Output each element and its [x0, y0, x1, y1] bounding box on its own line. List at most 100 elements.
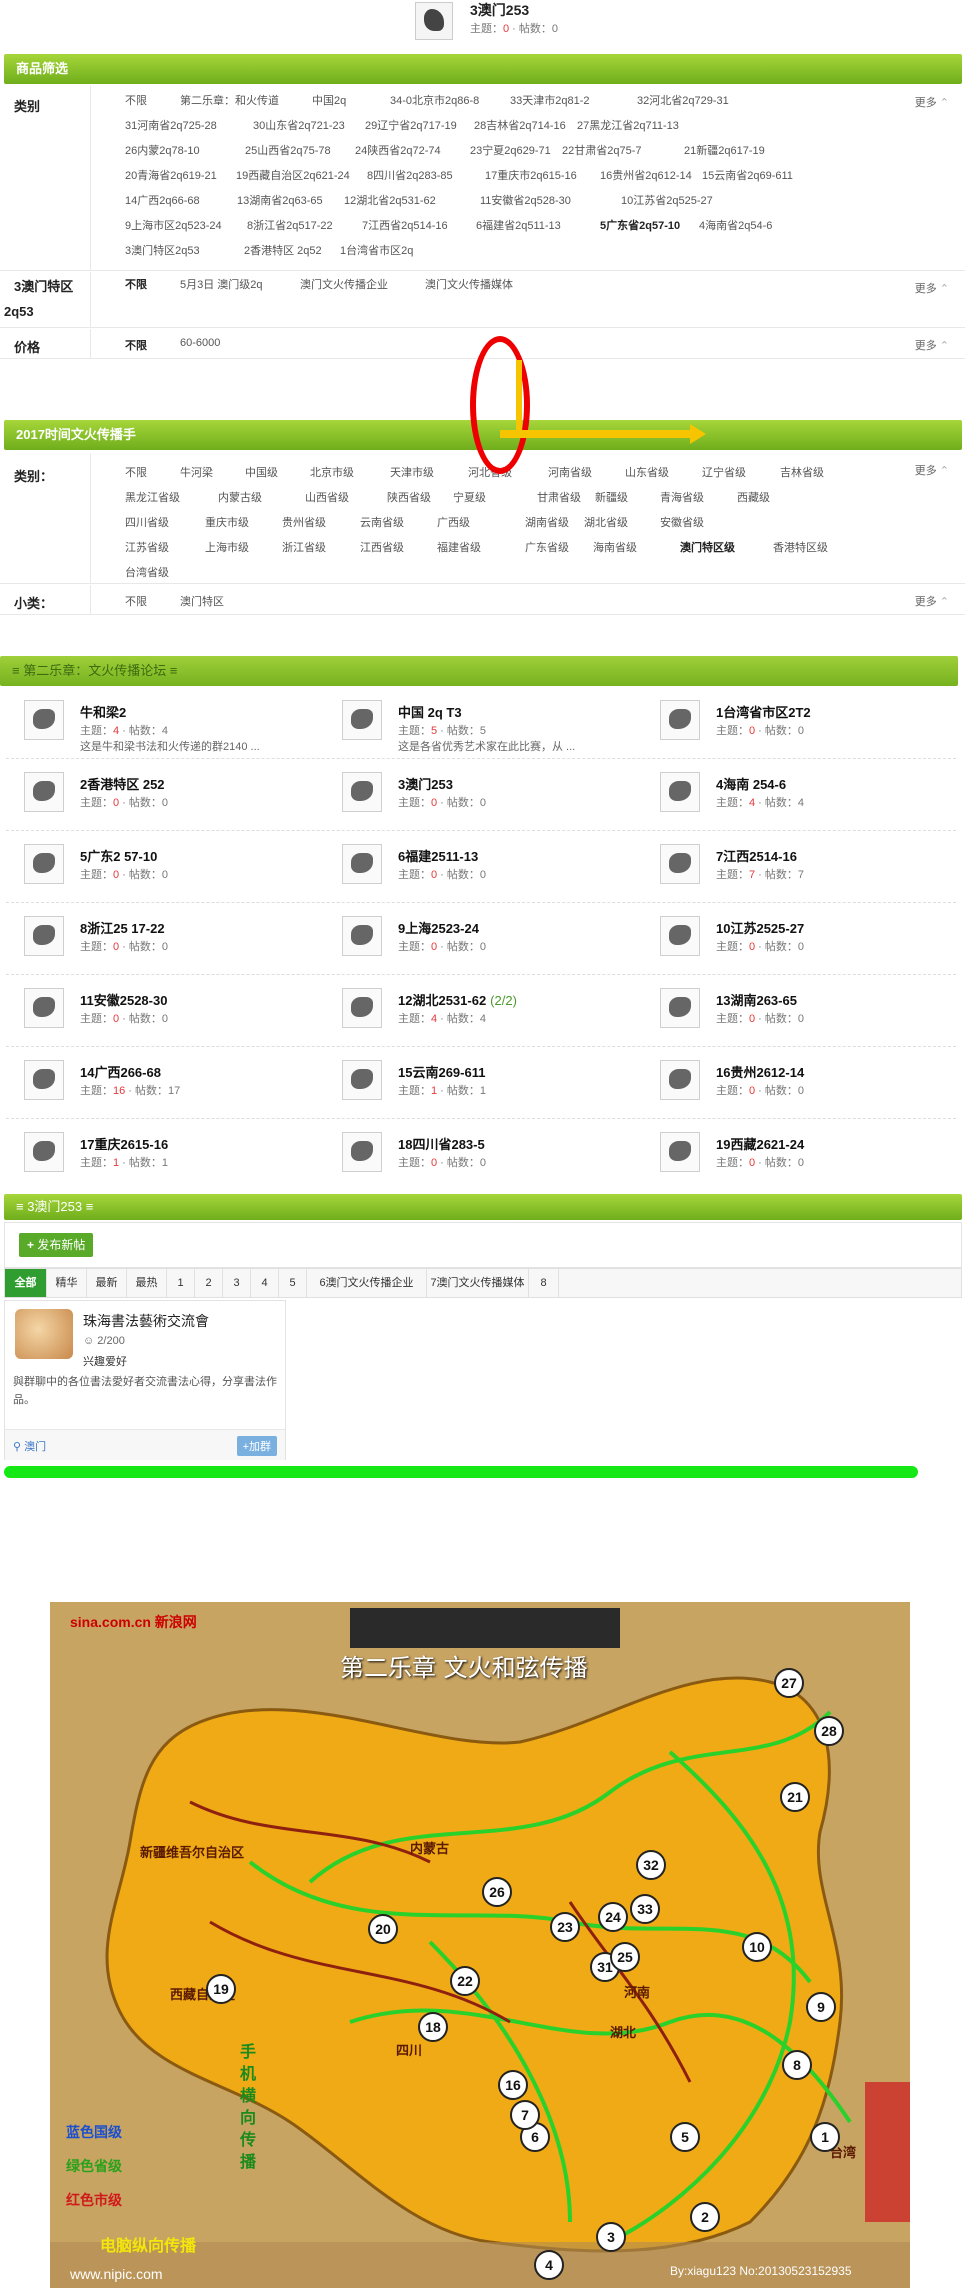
price-opt[interactable]: 60-6000: [180, 337, 220, 349]
group-name[interactable]: 珠海書法藝術交流會: [83, 1311, 209, 1331]
category-option[interactable]: 11安徽省2q528-30: [480, 192, 571, 208]
forum-board-cell[interactable]: 13湖南263-65 主题：0 · 帖数：0: [642, 976, 960, 1046]
section2-option[interactable]: 山西省级: [305, 489, 349, 505]
section2-option[interactable]: 安徽省级: [660, 514, 704, 530]
section2-option[interactable]: 内蒙古级: [218, 489, 262, 505]
board-icon[interactable]: [24, 988, 64, 1028]
forum-board-cell[interactable]: 18四川省283-5 主题：0 · 帖数：0: [324, 1120, 642, 1190]
board-icon[interactable]: [660, 700, 700, 740]
board-name[interactable]: 3澳门253: [398, 774, 453, 793]
group-avatar[interactable]: [15, 1309, 73, 1359]
section2-option[interactable]: 上海市级: [205, 539, 249, 555]
category-option[interactable]: 8浙江省2q517-22: [247, 217, 333, 233]
category-option[interactable]: 31河南省2q725-28: [125, 117, 217, 133]
category-option[interactable]: 32河北省2q729-31: [637, 92, 729, 108]
category-option[interactable]: 15云南省2q69-611: [702, 167, 793, 183]
section2-option[interactable]: 陕西省级: [387, 489, 431, 505]
board-tab[interactable]: 2: [195, 1269, 223, 1297]
sub-opt[interactable]: 澳门特区: [180, 593, 224, 609]
board-thumbnail[interactable]: [415, 2, 453, 40]
category-option[interactable]: 17重庆市2q615-16: [485, 167, 577, 183]
sub-opt[interactable]: 不限: [125, 593, 147, 609]
category-option[interactable]: 9上海市区2q523-24: [125, 217, 222, 233]
category-option[interactable]: 29辽宁省2q717-19: [365, 117, 457, 133]
board-name[interactable]: 9上海2523-24: [398, 918, 479, 937]
board-icon[interactable]: [24, 772, 64, 812]
board-name[interactable]: 19西藏2621-24: [716, 1134, 804, 1153]
board-tab[interactable]: 全部: [5, 1269, 47, 1297]
section2-option[interactable]: 广东省级: [525, 539, 569, 555]
category-option[interactable]: 4海南省2q54-6: [699, 217, 772, 233]
forum-board-cell[interactable]: 8浙江25 17-22 主题：0 · 帖数：0: [6, 904, 324, 974]
board-name[interactable]: 2香港特区 252: [80, 774, 165, 793]
category-option[interactable]: 12湖北省2q531-62: [344, 192, 436, 208]
section2-option[interactable]: 台湾省级: [125, 564, 169, 580]
board-tab[interactable]: 1: [167, 1269, 195, 1297]
section2-option[interactable]: 福建省级: [437, 539, 481, 555]
section2-option[interactable]: 浙江省级: [282, 539, 326, 555]
section2-option[interactable]: 海南省级: [593, 539, 637, 555]
category-option[interactable]: 第二乐章：和火传道: [180, 92, 279, 108]
section2-option[interactable]: 宁夏级: [453, 489, 486, 505]
board-name[interactable]: 6福建2511-13: [398, 846, 478, 865]
section2-option[interactable]: 河南省级: [548, 464, 592, 480]
board-tab[interactable]: 3: [223, 1269, 251, 1297]
macau-opt[interactable]: 不限: [125, 276, 147, 292]
forum-board-cell[interactable]: 14广西266-68 主题：16 · 帖数：17: [6, 1048, 324, 1118]
category-option[interactable]: 14广西2q66-68: [125, 192, 200, 208]
category-option[interactable]: 1台湾省市区2q: [340, 242, 413, 258]
section2-option[interactable]: 西藏级: [737, 489, 770, 505]
group-location[interactable]: ⚲ 澳门: [13, 1438, 46, 1454]
section2-option[interactable]: 湖北省级: [584, 514, 628, 530]
macau-opt[interactable]: 5月3日 澳门级2q: [180, 276, 263, 292]
board-icon[interactable]: [660, 844, 700, 884]
section2-option[interactable]: 香港特区级: [773, 539, 828, 555]
category-option[interactable]: 8四川省2q283-85: [367, 167, 453, 183]
board-name[interactable]: 17重庆2615-16: [80, 1134, 168, 1153]
board-tab[interactable]: 7澳门文火传播媒体: [427, 1269, 529, 1297]
board-icon[interactable]: [660, 772, 700, 812]
more-toggle[interactable]: 更多: [915, 593, 949, 609]
board-icon[interactable]: [24, 1132, 64, 1172]
board-icon[interactable]: [660, 1132, 700, 1172]
forum-board-cell[interactable]: 11安徽2528-30 主题：0 · 帖数：0: [6, 976, 324, 1046]
section2-option[interactable]: 青海省级: [660, 489, 704, 505]
board-title[interactable]: 3澳门253: [470, 0, 529, 20]
section2-option[interactable]: 黑龙江省级: [125, 489, 180, 505]
forum-board-cell[interactable]: 2香港特区 252 主题：0 · 帖数：0: [6, 760, 324, 830]
board-icon[interactable]: [660, 916, 700, 956]
forum-board-cell[interactable]: 9上海2523-24 主题：0 · 帖数：0: [324, 904, 642, 974]
section2-option[interactable]: 四川省级: [125, 514, 169, 530]
forum-board-cell[interactable]: 19西藏2621-24 主题：0 · 帖数：0: [642, 1120, 960, 1190]
section2-option[interactable]: 贵州省级: [282, 514, 326, 530]
category-option[interactable]: 2香港特区 2q52: [244, 242, 322, 258]
board-name[interactable]: 15云南269-611: [398, 1062, 485, 1081]
board-icon[interactable]: [660, 1060, 700, 1100]
section2-option[interactable]: 山东省级: [625, 464, 669, 480]
board-icon[interactable]: [342, 1132, 382, 1172]
category-option[interactable]: 3澳门特区2q53: [125, 242, 200, 258]
forum-board-cell[interactable]: 10江苏2525-27 主题：0 · 帖数：0: [642, 904, 960, 974]
board-name[interactable]: 14广西266-68: [80, 1062, 161, 1081]
board-name[interactable]: 16贵州2612-14: [716, 1062, 804, 1081]
more-toggle[interactable]: 更多: [915, 94, 949, 110]
board-tab[interactable]: 5: [279, 1269, 307, 1297]
group-card[interactable]: 珠海書法藝術交流會 ☺ 2/200 兴趣爱好 與群聊中的各位書法愛好者交流書法心…: [4, 1300, 286, 1460]
category-option[interactable]: 27黑龙江省2q711-13: [577, 117, 679, 133]
category-option[interactable]: 22甘肃省2q75-7: [562, 142, 642, 158]
board-tab[interactable]: 精华: [47, 1269, 87, 1297]
board-icon[interactable]: [342, 700, 382, 740]
more-toggle[interactable]: 更多: [915, 280, 949, 296]
section2-option[interactable]: 江苏省级: [125, 539, 169, 555]
macau-opt[interactable]: 澳门文火传播企业: [300, 276, 388, 292]
category-option[interactable]: 30山东省2q721-23: [253, 117, 345, 133]
board-icon[interactable]: [342, 844, 382, 884]
category-option[interactable]: 20青海省2q619-21: [125, 167, 217, 183]
section2-option[interactable]: 江西省级: [360, 539, 404, 555]
forum-board-cell[interactable]: 3澳门253 主题：0 · 帖数：0: [324, 760, 642, 830]
forum-board-cell[interactable]: 12湖北2531-62 (2/2) 主题：4 · 帖数：4: [324, 976, 642, 1046]
board-name[interactable]: 10江苏2525-27: [716, 918, 804, 937]
category-option[interactable]: 24陕西省2q72-74: [355, 142, 441, 158]
section2-option[interactable]: 牛河梁: [180, 464, 213, 480]
forum-board-cell[interactable]: 中国 2q T3 主题：5 · 帖数：5 这是各省优秀艺术家在此比赛，从 ...: [324, 688, 642, 758]
